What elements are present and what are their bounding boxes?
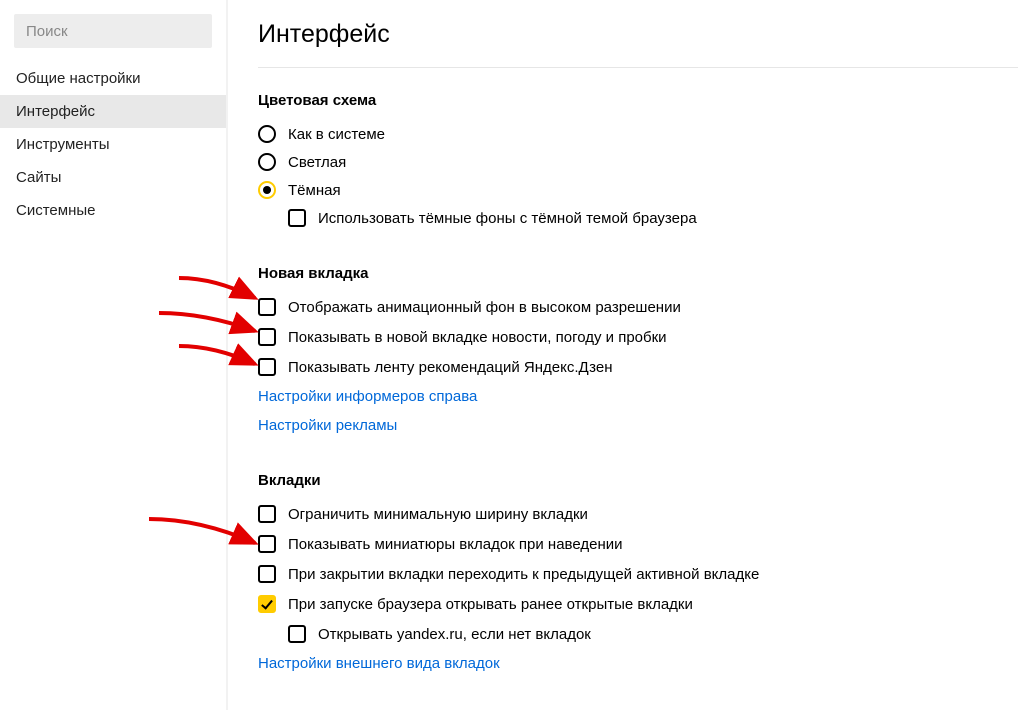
checkbox-min-tab-width[interactable]: Ограничить минимальную ширину вкладки: [258, 505, 1025, 523]
checkbox-label: Использовать тёмные фоны с тёмной темой …: [318, 210, 697, 227]
main-content: Интерфейс Цветовая схема Как в системе С…: [228, 0, 1025, 710]
checkbox-label: Показывать в новой вкладке новости, пого…: [288, 329, 667, 346]
checkbox-icon: [258, 535, 276, 553]
section-title-new-tab: Новая вкладка: [258, 265, 1025, 282]
checkbox-label: Ограничить минимальную ширину вкладки: [288, 506, 588, 523]
section-title-color-scheme: Цветовая схема: [258, 92, 1025, 109]
checkbox-icon: [288, 625, 306, 643]
sidebar-item-tools[interactable]: Инструменты: [0, 128, 226, 161]
section-title-tabs: Вкладки: [258, 472, 1025, 489]
checkbox-label: При закрытии вкладки переходить к предыд…: [288, 566, 759, 583]
checkbox-open-yandex[interactable]: Открывать yandex.ru, если нет вкладок: [288, 625, 1025, 643]
checkbox-icon: [258, 505, 276, 523]
radio-icon: [258, 181, 276, 199]
sidebar-item-sites[interactable]: Сайты: [0, 161, 226, 194]
checkbox-label: При запуске браузера открывать ранее отк…: [288, 596, 693, 613]
radio-icon: [258, 125, 276, 143]
checkbox-prev-active-tab[interactable]: При закрытии вкладки переходить к предыд…: [258, 565, 1025, 583]
checkbox-news-weather[interactable]: Показывать в новой вкладке новости, пого…: [258, 328, 1025, 346]
radio-dark[interactable]: Тёмная: [258, 181, 1025, 199]
checkbox-label: Показывать миниатюры вкладок при наведен…: [288, 536, 623, 553]
checkbox-icon: [258, 565, 276, 583]
link-ad-settings[interactable]: Настройки рекламы: [258, 417, 1025, 434]
checkbox-label: Показывать ленту рекомендаций Яндекс.Дзе…: [288, 359, 613, 376]
checkbox-zen-feed[interactable]: Показывать ленту рекомендаций Яндекс.Дзе…: [258, 358, 1025, 376]
sidebar-item-general[interactable]: Общие настройки: [0, 62, 226, 95]
radio-system[interactable]: Как в системе: [258, 125, 1025, 143]
checkbox-label: Отображать анимационный фон в высоком ра…: [288, 299, 681, 316]
checkbox-icon: [288, 209, 306, 227]
checkbox-icon: [258, 595, 276, 613]
radio-label: Как в системе: [288, 126, 385, 143]
sidebar-item-interface[interactable]: Интерфейс: [0, 95, 226, 128]
checkbox-label: Открывать yandex.ru, если нет вкладок: [318, 626, 591, 643]
checkbox-dark-backgrounds[interactable]: Использовать тёмные фоны с тёмной темой …: [288, 209, 1025, 227]
divider: [258, 67, 1018, 68]
section-tabs: Вкладки Ограничить минимальную ширину вк…: [258, 472, 1025, 672]
sidebar: Поиск Общие настройки Интерфейс Инструме…: [0, 0, 228, 710]
checkbox-animated-bg[interactable]: Отображать анимационный фон в высоком ра…: [258, 298, 1025, 316]
section-new-tab: Новая вкладка Отображать анимационный фо…: [258, 265, 1025, 434]
radio-icon: [258, 153, 276, 171]
page-title: Интерфейс: [258, 20, 1025, 49]
radio-label: Светлая: [288, 154, 346, 171]
section-color-scheme: Цветовая схема Как в системе Светлая Тём…: [258, 92, 1025, 227]
sidebar-item-system[interactable]: Системные: [0, 194, 226, 227]
link-informers-settings[interactable]: Настройки информеров справа: [258, 388, 1025, 405]
search-input[interactable]: Поиск: [14, 14, 212, 48]
checkbox-icon: [258, 298, 276, 316]
checkbox-icon: [258, 358, 276, 376]
radio-light[interactable]: Светлая: [258, 153, 1025, 171]
checkbox-icon: [258, 328, 276, 346]
link-tab-appearance[interactable]: Настройки внешнего вида вкладок: [258, 655, 1025, 672]
radio-label: Тёмная: [288, 182, 341, 199]
checkbox-restore-tabs[interactable]: При запуске браузера открывать ранее отк…: [258, 595, 1025, 613]
checkbox-tab-thumbnails[interactable]: Показывать миниатюры вкладок при наведен…: [258, 535, 1025, 553]
